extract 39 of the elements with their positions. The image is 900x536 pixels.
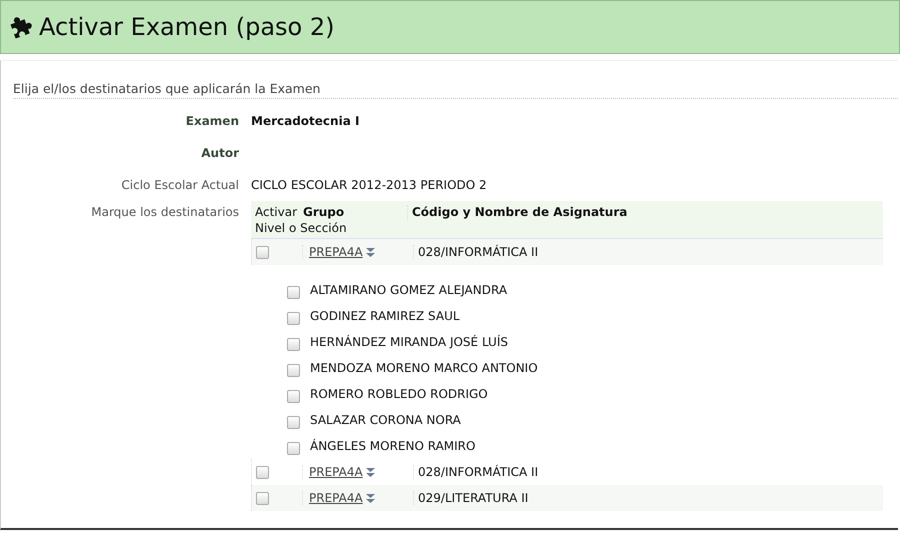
group-link[interactable]: PREPA4A <box>309 491 363 505</box>
subject-name: 028/INFORMÁTICA II <box>413 245 883 259</box>
student-name: ÁNGELES MORENO RAMIRO <box>310 439 476 453</box>
student-name: ALTAMIRANO GOMEZ ALEJANDRA <box>310 283 508 297</box>
checkbox[interactable] <box>256 492 269 505</box>
student-name: HERNÁNDEZ MIRANDA JOSÉ LUÍS <box>310 335 508 349</box>
checkbox[interactable] <box>287 390 300 402</box>
field-value: CICLO ESCOLAR 2012-2013 PERIODO 2 <box>251 178 487 192</box>
column-header: Código y Nombre de Asignatura <box>412 205 628 219</box>
field-label: Ciclo Escolar Actual <box>120 178 240 192</box>
group-link[interactable]: PREPA4A <box>309 465 363 479</box>
checkbox[interactable] <box>287 286 300 298</box>
double-down-arrow-icon[interactable] <box>364 466 376 478</box>
checkbox[interactable] <box>287 364 300 376</box>
double-down-arrow-icon[interactable] <box>364 246 376 258</box>
subject-name: 029/LITERATURA II <box>413 491 883 505</box>
checkbox[interactable] <box>287 312 300 324</box>
student-name: ROMERO ROBLEDO RODRIGO <box>310 387 488 401</box>
group-link[interactable]: PREPA4A <box>309 245 363 259</box>
checkbox[interactable] <box>287 442 300 454</box>
subject-name: 028/INFORMÁTICA II <box>413 465 883 479</box>
checkbox[interactable] <box>287 338 300 350</box>
instructions-text: Elija el/los destinatarios que aplicarán la Examen <box>13 81 898 99</box>
column-header: Grupo <box>303 205 344 219</box>
page-title: Activar Examen (paso 2) <box>39 13 334 41</box>
column-header: Nivel o Sección <box>255 221 347 235</box>
student-name: GODINEZ RAMIREZ SAUL <box>310 309 460 323</box>
double-down-arrow-icon[interactable] <box>364 492 376 504</box>
student-name: MENDOZA MORENO MARCO ANTONIO <box>310 361 538 375</box>
column-header: Activar <box>255 205 298 219</box>
field-value: Mercadotecnia I <box>251 114 360 128</box>
field-label: Marque los destinatarios <box>90 204 240 219</box>
checkbox[interactable] <box>256 466 269 479</box>
checkbox[interactable] <box>287 416 300 428</box>
checkbox[interactable] <box>256 246 269 259</box>
student-name: SALAZAR CORONA NORA <box>310 413 461 427</box>
puzzle-icon <box>9 15 33 39</box>
field-label: Examen <box>184 114 240 128</box>
field-label: Autor <box>200 146 240 160</box>
